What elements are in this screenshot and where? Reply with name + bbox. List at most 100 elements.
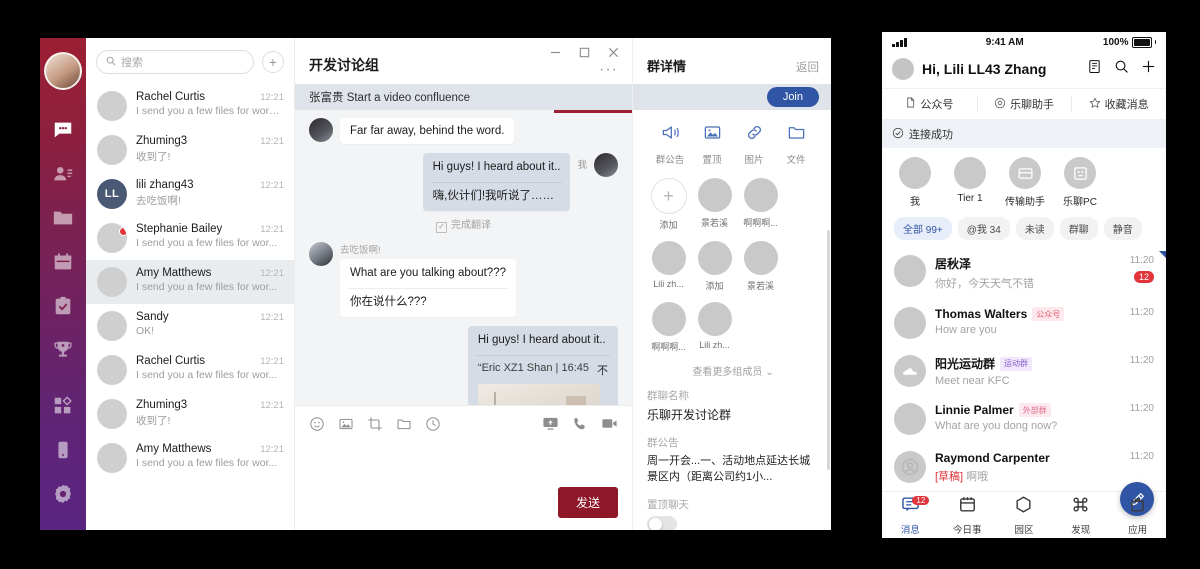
show-more-members[interactable]: 查看更多组成员 ⌄ [647, 360, 819, 388]
member-label: 添加 [705, 281, 724, 291]
battery-icon [1131, 36, 1152, 48]
conversation-item[interactable]: LL lili zhang43 12:21 去吃饭啊! [86, 172, 294, 216]
tabbar-item-calendar[interactable]: 今日事 [939, 492, 996, 538]
avatar [97, 223, 127, 253]
minimize-button[interactable] [549, 46, 562, 59]
tabbar-item-chat[interactable]: 消息 12 [882, 492, 939, 538]
user-avatar[interactable] [44, 52, 82, 90]
message-time: 11:20 [1129, 255, 1154, 266]
quick-icon[interactable]: 乐聊PC [1059, 157, 1101, 208]
filter-chip[interactable]: 未读 [1015, 217, 1054, 240]
image-thumbnail[interactable] [477, 383, 600, 405]
conversation-item[interactable]: Rachel Curtis 12:21 I send you a few files… [86, 84, 294, 128]
settings-gear-icon[interactable] [50, 481, 76, 507]
calendar-icon[interactable] [50, 249, 76, 275]
quick-action-label: 图片 [744, 155, 764, 166]
send-button[interactable]: 发送 [557, 487, 618, 518]
message-preview: What are you dong now? [935, 420, 1058, 432]
mobile-quick-icons: 我 Tier 1 传输助手 乐聊PC [882, 148, 1166, 213]
image-icon[interactable] [338, 416, 354, 437]
conversation-item[interactable]: Amy Matthews 12:21 I send you a few files … [86, 436, 294, 480]
message-list-item[interactable]: Linnie Palmer 外部群 What are you dong now? 11… [882, 395, 1166, 443]
chat-title: 开发讨论组 [309, 57, 379, 73]
quote-action[interactable]: 不 [597, 362, 608, 378]
field-label: 群公告 [647, 437, 679, 450]
member-item[interactable]: + 添加 [647, 178, 690, 231]
translation-status: ✓ 完成翻译 [309, 216, 618, 234]
conversation-item[interactable]: Stephanie Bailey 12:21 I send you a few fi… [86, 216, 294, 260]
member-item[interactable]: Lili zh... [693, 302, 736, 353]
quick-icon-label: Tier 1 [957, 193, 983, 204]
chat-more-button[interactable]: ··· [599, 62, 618, 78]
member-item[interactable]: 景若溪 [739, 241, 782, 292]
megaphone-icon [661, 123, 680, 147]
filter-chip[interactable]: @我 34 [957, 217, 1010, 240]
conversation-item[interactable]: Zhuming3 12:21 收到了! [86, 128, 294, 172]
pin-chat-toggle[interactable] [647, 516, 677, 530]
list-icon[interactable] [1087, 59, 1102, 79]
phone-icon[interactable] [572, 416, 588, 437]
detail-scrollbar[interactable] [827, 230, 830, 470]
avatar[interactable] [892, 58, 914, 80]
contacts-icon[interactable] [50, 161, 76, 187]
trophy-icon[interactable] [50, 337, 76, 363]
message-list-item[interactable]: 阳光运动群 运动群 Meet near KFC 11:20 [882, 347, 1166, 395]
history-icon[interactable] [425, 416, 441, 437]
quick-icon[interactable]: 我 [894, 157, 936, 208]
conversation-item[interactable]: Zhuming3 12:21 收到了! [86, 392, 294, 436]
add-conversation-button[interactable]: + [262, 51, 284, 73]
apps-grid-icon[interactable] [50, 393, 76, 419]
back-button[interactable]: 返回 [796, 59, 819, 75]
quick-action-files[interactable]: 文件 [775, 123, 817, 166]
chat-icon[interactable] [50, 117, 76, 143]
member-item[interactable]: Lili zh... [647, 241, 690, 292]
member-item[interactable]: 啊啊啊... [739, 178, 782, 231]
emoji-icon[interactable] [309, 416, 325, 437]
search-input[interactable]: 搜索 [96, 50, 254, 74]
search-icon[interactable] [1114, 59, 1129, 79]
conversation-preview: 收到了! [136, 415, 171, 427]
avatar [651, 302, 686, 336]
mobile-device-icon[interactable] [50, 437, 76, 463]
screen-share-icon[interactable] [542, 415, 559, 437]
tabbar-item-command[interactable]: 发现 [1052, 492, 1109, 538]
maximize-button[interactable] [578, 46, 591, 59]
close-button[interactable] [607, 46, 620, 59]
folder-icon[interactable] [50, 205, 76, 231]
tab-favorites[interactable]: 收藏消息 [1071, 89, 1166, 119]
composer-input-area[interactable]: 发送 [295, 437, 632, 530]
quick-action-label: 群公告 [655, 155, 685, 166]
tab-assistant[interactable]: 乐聊助手 [976, 89, 1072, 119]
filter-chip[interactable]: 群聊 [1059, 217, 1098, 240]
quick-action-announce[interactable]: 群公告 [649, 123, 691, 166]
field-value: 周一开会...一、活动地点延达长城景区内（距离公司约1小... [647, 455, 811, 484]
member-item[interactable]: 啊啊啊... [647, 302, 690, 353]
tabbar-item-hex[interactable]: 园区 [996, 492, 1053, 538]
conversation-item[interactable]: Rachel Curtis 12:21 I send you a few files… [86, 348, 294, 392]
filter-chip[interactable]: 静音 [1103, 217, 1142, 240]
message-list-item[interactable]: Thomas Walters 公众号 How are you 11:20 [882, 299, 1166, 347]
filter-chip[interactable]: 全部 99+ [894, 217, 952, 240]
avatar [651, 241, 686, 275]
message-list-item[interactable]: 居秋泽 你好，今天天气不错 11:20 12 [882, 247, 1166, 299]
message-list-item[interactable]: Raymond Carpenter [草稿] 啊哦 11:20 [882, 443, 1166, 491]
quick-icon[interactable]: 传输助手 [1004, 157, 1046, 208]
folder-icon[interactable] [396, 416, 412, 437]
quick-action-pinned[interactable]: 置顶 [691, 123, 733, 166]
join-button[interactable]: Join [766, 87, 819, 107]
plus-icon[interactable] [1141, 59, 1156, 79]
conversation-item[interactable]: Sandy 12:21 OK! [86, 304, 294, 348]
member-item[interactable]: 添加 [693, 241, 736, 292]
tasks-icon[interactable] [50, 293, 76, 319]
member-item[interactable]: 景若溪 [693, 178, 736, 231]
conversation-item[interactable]: Amy Matthews 12:21 I send you a few files … [86, 260, 294, 304]
conversation-preview: OK! [136, 325, 155, 337]
quick-action-images[interactable]: 图片 [733, 123, 775, 166]
video-icon[interactable] [601, 415, 618, 437]
tab-official-account[interactable]: 公众号 [882, 89, 977, 119]
tag-badge: 公众号 [1032, 307, 1065, 321]
quick-icon[interactable]: Tier 1 [949, 157, 991, 208]
tabbar-item-apps[interactable]: 应用 [1109, 492, 1166, 538]
screenshot-icon[interactable] [367, 416, 383, 437]
message-meta: 11:20 [1130, 307, 1154, 318]
